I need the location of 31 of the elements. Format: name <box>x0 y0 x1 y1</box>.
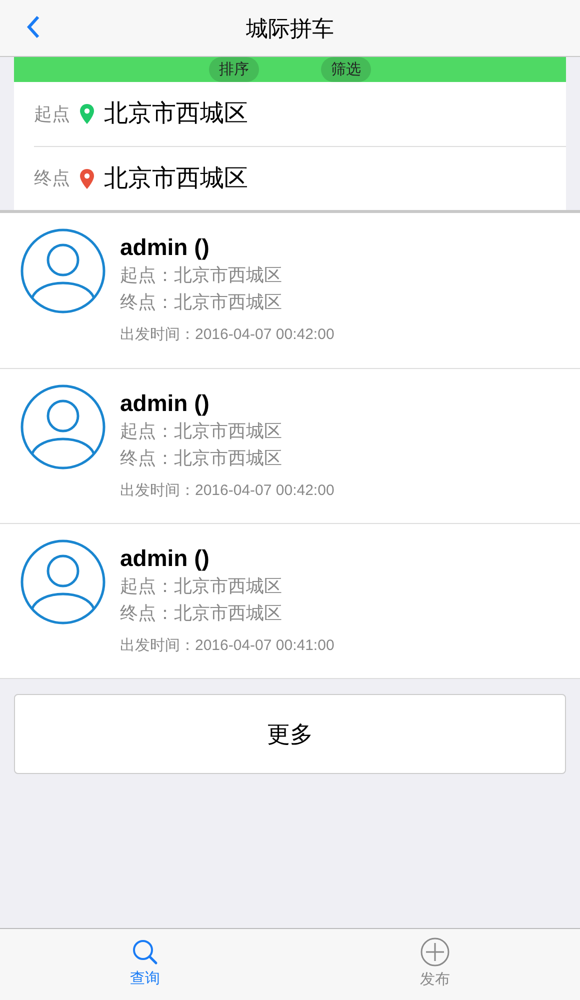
back-chevron-icon <box>26 15 40 39</box>
trip-start: 起点：北京市西城区 <box>120 420 283 443</box>
trip-item[interactable]: admin () 起点：北京市西城区 终点：北京市西城区 出发时间：2016-04-07 00:41:00 <box>0 523 580 678</box>
trip-user: admin () <box>120 233 210 262</box>
filter-chip[interactable]: 筛选 <box>321 57 371 82</box>
avatar-icon <box>20 384 106 470</box>
filter-chip[interactable]: 排序 <box>209 57 259 82</box>
more-button[interactable]: 更多 <box>14 694 566 774</box>
route-value: 北京市西城区 <box>104 99 248 129</box>
nav-title: 城际拼车 <box>246 14 334 42</box>
route-label: 起点 <box>34 102 70 126</box>
trip-item[interactable]: admin () 起点：北京市西城区 终点：北京市西城区 出发时间：2016-04-07 00:42:00 <box>0 213 580 368</box>
trip-user: admin () <box>120 544 210 573</box>
trip-item[interactable]: admin () 起点：北京市西城区 终点：北京市西城区 出发时间：2016-04-07 00:42:00 <box>0 368 580 523</box>
route-row[interactable]: 起点 北京市西城区 <box>34 82 566 146</box>
trip-time: 出发时间：2016-04-07 00:42:00 <box>120 481 334 501</box>
trip-end: 终点：北京市西城区 <box>120 291 283 314</box>
search-icon <box>131 938 159 966</box>
trip-end: 终点：北京市西城区 <box>120 602 283 625</box>
avatar-icon <box>20 228 106 314</box>
trip-end: 终点：北京市西城区 <box>120 447 283 470</box>
plus-circle-icon <box>420 937 450 968</box>
route-label: 终点 <box>34 167 70 190</box>
trip-time: 出发时间：2016-04-07 00:42:00 <box>120 325 334 345</box>
avatar-icon <box>20 539 106 625</box>
route-value: 北京市西城区 <box>104 164 248 194</box>
trip-time: 出发时间：2016-04-07 00:41:00 <box>120 636 334 656</box>
tab[interactable]: 查询 <box>0 929 290 1000</box>
trip-user: admin () <box>120 389 210 418</box>
trip-start: 起点：北京市西城区 <box>120 264 283 287</box>
trip-start: 起点：北京市西城区 <box>120 575 283 598</box>
